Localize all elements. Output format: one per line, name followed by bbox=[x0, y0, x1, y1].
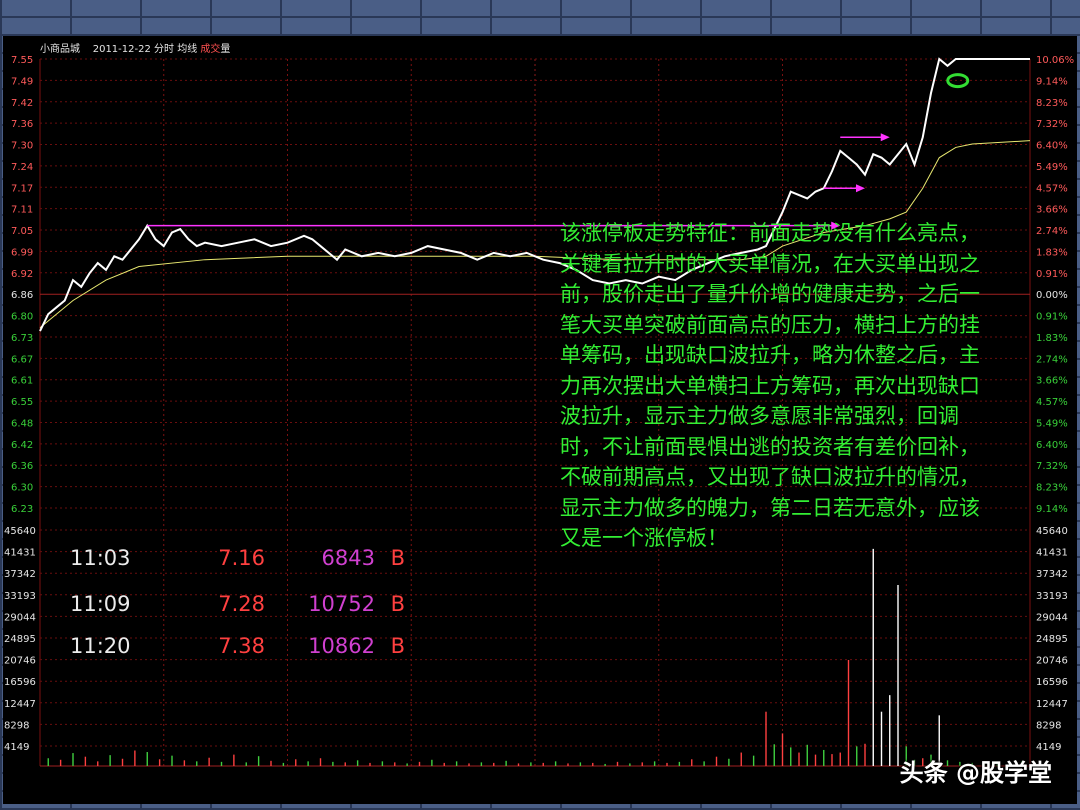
volume-tick-label: 33193 bbox=[1036, 591, 1068, 602]
percent-tick-label: 1.83% bbox=[1036, 247, 1068, 258]
percent-tick-label: 4.57% bbox=[1036, 183, 1068, 194]
breakout-arrow-head bbox=[880, 133, 890, 142]
stock-name: 小商品城 bbox=[40, 44, 80, 55]
percent-axis: 10.06% 9.14% 8.23% 7.32% 6.40% 5.49% 4.57% 3.66… bbox=[1036, 55, 1074, 515]
volume-tick-label: 41431 bbox=[4, 548, 36, 559]
percent-tick-label: 3.66% bbox=[1036, 205, 1068, 216]
price-axis: 7.55 7.49 7.42 7.36 7.30 7.24 7.17 7.11 7.05 6.99… bbox=[11, 55, 33, 515]
volume-tick-label: 29044 bbox=[4, 612, 36, 623]
trade-date: 2011-12-22 bbox=[92, 44, 151, 55]
price-tick-label: 6.36 bbox=[11, 461, 33, 472]
analysis-note: 该涨停板走势特征：前面走势没有什么亮点，关键看拉升时的大买单情况，在大买单出现之… bbox=[560, 221, 980, 550]
price-tick-label: 6.55 bbox=[11, 397, 33, 408]
price-tick-label: 6.67 bbox=[11, 354, 33, 365]
percent-tick-label: 2.74% bbox=[1036, 226, 1068, 237]
percent-tick-label: 5.49% bbox=[1036, 418, 1068, 429]
percent-tick-label: 8.23% bbox=[1036, 483, 1068, 494]
percent-tick-label: 6.40% bbox=[1036, 440, 1068, 451]
price-tick-label: 7.05 bbox=[11, 226, 33, 237]
volume-tick-label: 8298 bbox=[4, 720, 29, 731]
percent-tick-label: 9.14% bbox=[1036, 504, 1068, 515]
tick-side: B bbox=[390, 634, 405, 658]
volume-tick-label: 37342 bbox=[1036, 569, 1068, 580]
percent-tick-label: 7.32% bbox=[1036, 119, 1068, 130]
price-tick-label: 6.99 bbox=[11, 247, 33, 258]
tick-price: 7.38 bbox=[218, 634, 265, 658]
percent-tick-label: 1.83% bbox=[1036, 333, 1068, 344]
tick-side: B bbox=[390, 592, 405, 616]
volume-tick-label: 33193 bbox=[4, 591, 36, 602]
volume-tick-label: 29044 bbox=[1036, 612, 1068, 623]
volume-tick-label: 24895 bbox=[1036, 634, 1068, 645]
percent-tick-label: 3.66% bbox=[1036, 376, 1068, 387]
volume-tick-label: 16596 bbox=[1036, 677, 1068, 688]
tick-volume: 6843 bbox=[321, 546, 375, 570]
volume-label-b: 量 bbox=[220, 44, 231, 55]
tick-row: 11:03 7.16 6843 B bbox=[60, 546, 405, 570]
percent-tick-label: 0.91% bbox=[1036, 312, 1068, 323]
price-tick-label: 6.73 bbox=[11, 333, 33, 344]
volume-tick-label: 12447 bbox=[1036, 699, 1068, 710]
volume-tick-label: 41431 bbox=[1036, 548, 1068, 559]
price-tick-label: 7.55 bbox=[11, 55, 33, 66]
volume-tick-label: 4149 bbox=[4, 742, 29, 753]
tick-row: 11:09 7.28 10752 B bbox=[60, 592, 405, 616]
volume-tick-label: 45640 bbox=[1036, 526, 1068, 537]
percent-tick-label: 4.57% bbox=[1036, 397, 1068, 408]
price-tick-label: 7.17 bbox=[11, 183, 33, 194]
percent-tick-label: 9.14% bbox=[1036, 76, 1068, 87]
tick-price: 7.16 bbox=[218, 546, 265, 570]
percent-tick-label: 6.40% bbox=[1036, 141, 1068, 152]
price-tick-label: 6.92 bbox=[11, 269, 33, 280]
breakout-arrows bbox=[147, 133, 890, 230]
tick-volume: 10752 bbox=[308, 592, 375, 616]
tick-side: B bbox=[390, 546, 405, 570]
tick-time: 11:03 bbox=[70, 546, 131, 570]
price-tick-label: 7.24 bbox=[11, 162, 33, 173]
watermark: 头条 @股学堂 bbox=[899, 759, 1052, 787]
tick-price: 7.28 bbox=[218, 592, 265, 616]
percent-tick-label: 10.06% bbox=[1036, 55, 1074, 66]
price-tick-label: 6.48 bbox=[11, 418, 33, 429]
percent-tick-label: 2.74% bbox=[1036, 354, 1068, 365]
volume-tick-label: 37342 bbox=[4, 569, 36, 580]
volume-tick-label: 4149 bbox=[1036, 742, 1061, 753]
volume-label-a: 成交 bbox=[200, 44, 221, 55]
percent-tick-label: 8.23% bbox=[1036, 98, 1068, 109]
price-tick-label: 6.61 bbox=[11, 376, 33, 387]
volume-tick-label: 24895 bbox=[4, 634, 36, 645]
volume-tick-label: 20746 bbox=[4, 656, 36, 667]
price-tick-label: 6.30 bbox=[11, 483, 33, 494]
percent-tick-label: 5.49% bbox=[1036, 162, 1068, 173]
breakout-arrow-head bbox=[856, 184, 865, 193]
percent-tick-label: 0.00% bbox=[1036, 290, 1068, 301]
price-tick-label: 7.42 bbox=[11, 98, 33, 109]
price-tick-label: 6.80 bbox=[11, 312, 33, 323]
tick-time: 11:20 bbox=[70, 634, 131, 658]
tick-time: 11:09 bbox=[70, 592, 131, 616]
volume-tick-label: 16596 bbox=[4, 677, 36, 688]
volume-tick-label: 12447 bbox=[4, 699, 36, 710]
volume-tick-label: 20746 bbox=[1036, 656, 1068, 667]
price-tick-label: 6.42 bbox=[11, 440, 33, 451]
chart-header: 小商品城 2011-12-22 分时 均线 成交量 bbox=[40, 40, 230, 55]
percent-tick-label: 0.91% bbox=[1036, 269, 1068, 280]
avg-label: 均线 bbox=[177, 44, 198, 55]
chart-mode: 分时 bbox=[154, 44, 175, 55]
price-tick-label: 7.36 bbox=[11, 119, 33, 130]
price-tick-label: 6.23 bbox=[11, 504, 33, 515]
tick-row: 11:20 7.38 10862 B bbox=[60, 634, 405, 658]
volume-tick-label: 8298 bbox=[1036, 720, 1061, 731]
tick-volume: 10862 bbox=[308, 634, 375, 658]
price-tick-label: 7.30 bbox=[11, 141, 33, 152]
volume-tick-label: 45640 bbox=[4, 526, 36, 537]
price-tick-label: 7.11 bbox=[11, 205, 33, 216]
price-tick-label: 6.86 bbox=[11, 290, 33, 301]
price-tick-label: 7.49 bbox=[11, 76, 33, 87]
percent-tick-label: 7.32% bbox=[1036, 461, 1068, 472]
